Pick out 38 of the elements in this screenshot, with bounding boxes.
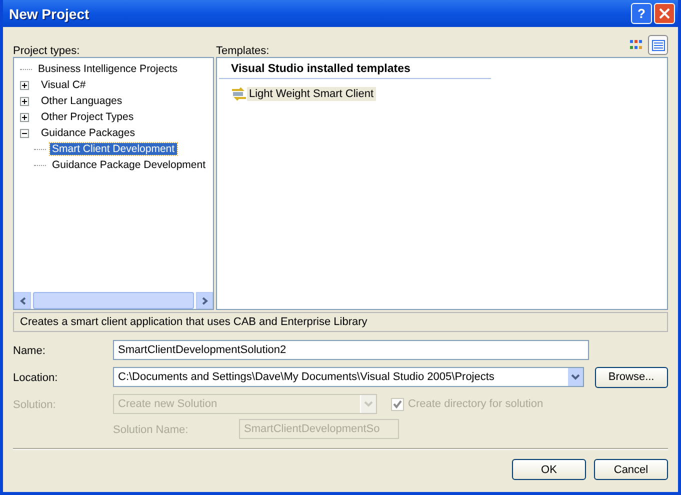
tree-item[interactable]: Other Languages — [39, 95, 124, 107]
location-combo[interactable]: C:\Documents and Settings\Dave\My Documents\Visual Studio 2005\Projects — [113, 367, 584, 387]
template-icon — [231, 87, 247, 101]
close-icon — [659, 8, 670, 19]
help-button[interactable]: ? — [631, 3, 652, 24]
window-title: New Project — [9, 6, 90, 22]
close-button[interactable] — [654, 3, 675, 24]
tree-item[interactable]: Visual C# — [39, 79, 88, 91]
cancel-button[interactable]: Cancel — [594, 459, 668, 480]
tree-item[interactable]: Smart Client Development — [50, 143, 177, 155]
name-label: Name: — [13, 345, 46, 357]
solution-name-label: Solution Name: — [113, 424, 188, 436]
list-icon — [652, 40, 664, 50]
tree-item[interactable]: Guidance Packages — [39, 127, 137, 139]
collapse-icon[interactable] — [20, 128, 29, 138]
checkmark-icon — [393, 400, 402, 408]
tree-item[interactable]: Business Intelligence Projects — [36, 63, 180, 75]
expand-icon[interactable] — [20, 96, 29, 106]
templates-label: Templates: — [216, 45, 270, 57]
template-group-heading: Visual Studio installed templates — [219, 63, 491, 79]
location-label: Location: — [13, 372, 58, 384]
caret-icon — [364, 401, 373, 407]
solution-label: Solution: — [13, 399, 56, 411]
small-icons-button[interactable] — [648, 35, 668, 55]
expand-icon[interactable] — [20, 112, 29, 122]
tree-item[interactable]: Other Project Types — [39, 111, 136, 123]
grid-icon — [630, 40, 642, 50]
description-text: Creates a smart client application that uses CAB and Enterprise Library — [13, 312, 668, 332]
ok-button[interactable]: OK — [512, 459, 586, 480]
caret-icon — [570, 374, 580, 380]
name-field[interactable]: SmartClientDevelopmentSolution2 — [113, 340, 589, 360]
project-types-label: Project types: — [13, 45, 80, 57]
browse-button[interactable]: Browse... — [594, 366, 668, 388]
tree-item[interactable]: Guidance Package Development — [50, 159, 208, 171]
expand-icon[interactable] — [20, 80, 29, 90]
horizontal-scrollbar[interactable] — [14, 292, 213, 309]
checkbox-label: Create directory for solution — [408, 398, 544, 410]
template-item[interactable]: Light Weight Smart Client — [247, 87, 376, 101]
